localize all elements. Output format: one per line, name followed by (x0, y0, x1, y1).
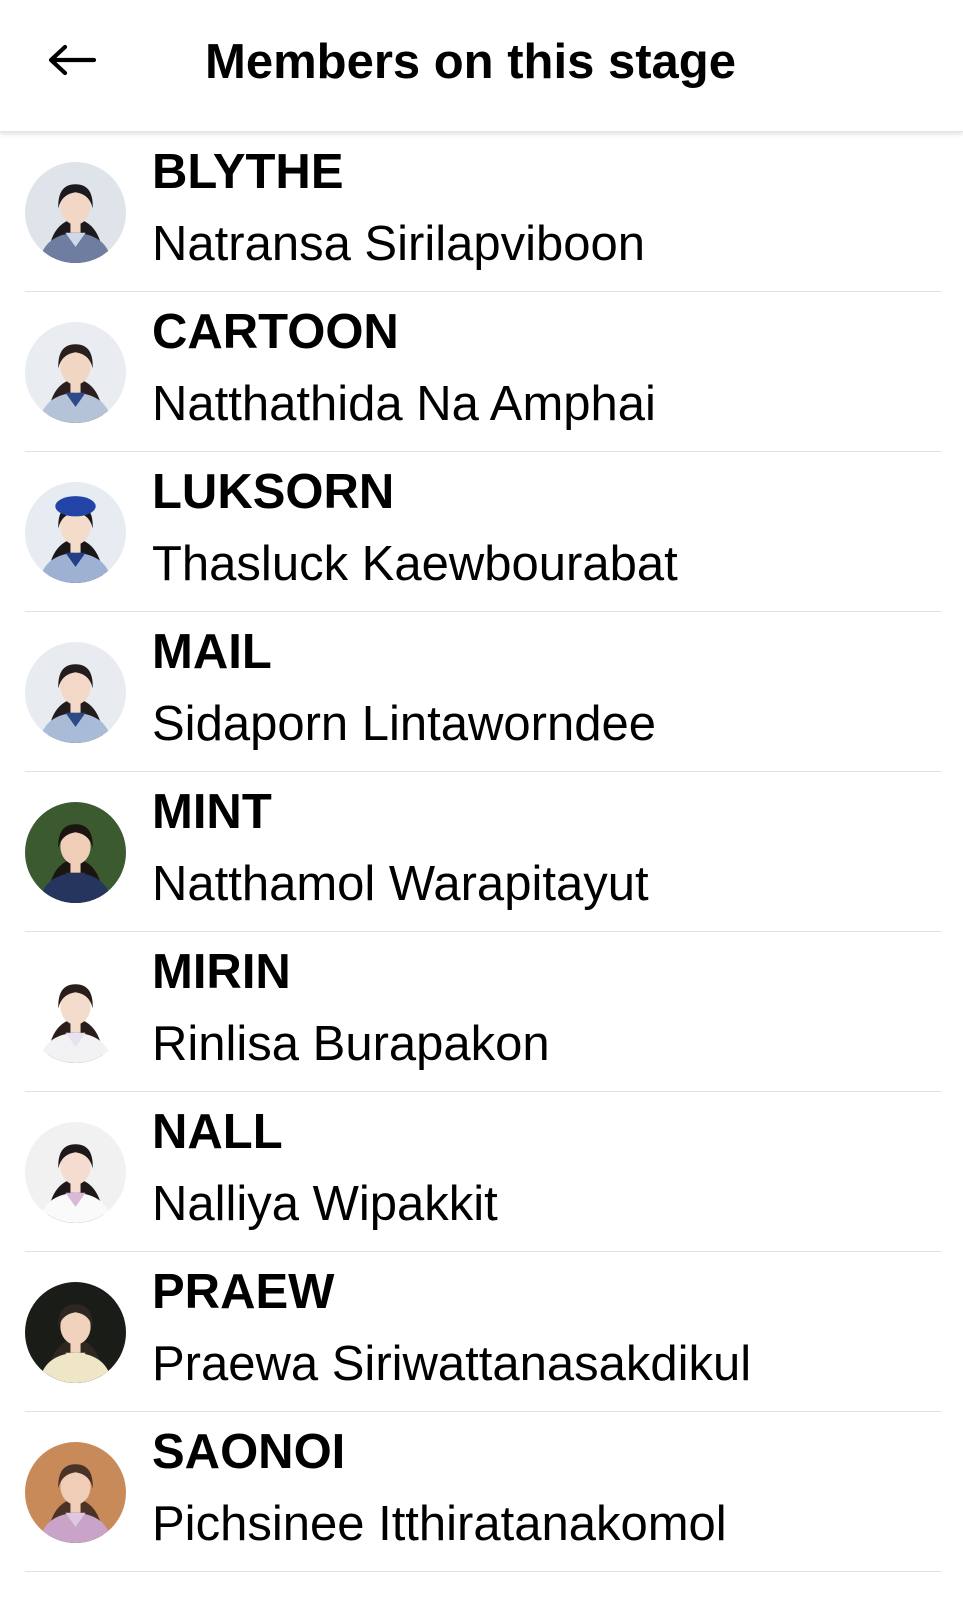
member-row[interactable]: LUKSORN Thasluck Kaewbourabat (0, 452, 963, 612)
member-full-name: Thasluck Kaewbourabat (152, 537, 678, 591)
member-avatar (25, 1282, 126, 1383)
member-nickname: MAIL (152, 625, 272, 679)
back-button[interactable] (36, 30, 106, 90)
member-nickname: MIRIN (152, 945, 291, 999)
page-title: Members on this stage (205, 35, 736, 89)
member-avatar (25, 1122, 126, 1223)
member-full-name: Pichsinee Itthiratanakomol (152, 1497, 727, 1551)
member-full-name: Praewa Siriwattanasakdikul (152, 1337, 752, 1391)
row-divider (25, 1571, 941, 1572)
member-avatar (25, 802, 126, 903)
member-avatar (25, 162, 126, 263)
member-row[interactable]: BLYTHE Natransa Sirilapviboon (0, 132, 963, 292)
member-avatar (25, 642, 126, 743)
member-full-name: Natthathida Na Amphai (152, 377, 656, 431)
member-avatar (25, 1442, 126, 1543)
member-row[interactable]: SAONOI Pichsinee Itthiratanakomol (0, 1412, 963, 1572)
member-row[interactable]: MAIL Sidaporn Lintaworndee (0, 612, 963, 772)
member-full-name: Sidaporn Lintaworndee (152, 697, 656, 751)
member-list: BLYTHE Natransa Sirilapviboon CARTOON Natth… (0, 132, 963, 1572)
member-avatar (25, 962, 126, 1063)
member-nickname: MINT (152, 785, 272, 839)
member-row[interactable]: PRAEW Praewa Siriwattanasakdikul (0, 1252, 963, 1412)
member-nickname: CARTOON (152, 305, 399, 359)
member-row[interactable]: MIRIN Rinlisa Burapakon (0, 932, 963, 1092)
member-avatar (25, 322, 126, 423)
members-screen: Members on this stage BLYTHE Natransa Sir… (0, 0, 963, 1600)
member-full-name: Natthamol Warapitayut (152, 857, 649, 911)
member-full-name: Rinlisa Burapakon (152, 1017, 550, 1071)
member-full-name: Natransa Sirilapviboon (152, 217, 645, 271)
member-nickname: BLYTHE (152, 145, 344, 199)
member-row[interactable]: CARTOON Natthathida Na Amphai (0, 292, 963, 452)
member-nickname: SAONOI (152, 1425, 346, 1479)
member-row[interactable]: MINT Natthamol Warapitayut (0, 772, 963, 932)
member-avatar (25, 482, 126, 583)
arrow-left-icon (48, 44, 96, 76)
top-app-bar: Members on this stage (0, 0, 963, 132)
member-full-name: Nalliya Wipakkit (152, 1177, 498, 1231)
member-nickname: NALL (152, 1105, 283, 1159)
member-nickname: LUKSORN (152, 465, 395, 519)
member-row[interactable]: NALL Nalliya Wipakkit (0, 1092, 963, 1252)
member-nickname: PRAEW (152, 1265, 335, 1319)
